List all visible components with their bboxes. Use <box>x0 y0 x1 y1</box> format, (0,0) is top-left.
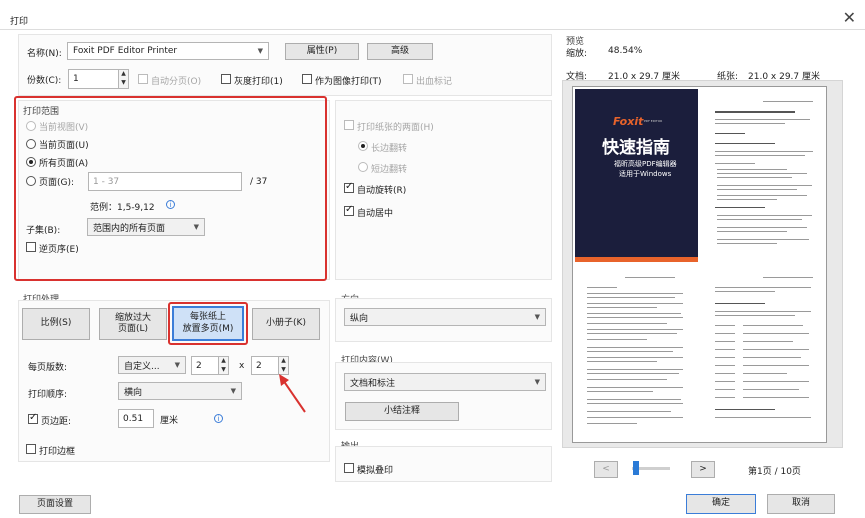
pages-per-sheet-label: 每页版数: <box>28 363 68 373</box>
auto-rotate-checkbox[interactable] <box>344 181 354 193</box>
margin-unit: 厘米 <box>160 416 179 426</box>
booklet-button[interactable]: 小册子(K) <box>252 308 320 340</box>
cover-subtitle-2: 适用于Windows <box>619 170 672 178</box>
columns-stepper[interactable]: 2 ▲ ▼ <box>191 356 229 375</box>
simulate-overprint-label: 模拟叠印 <box>357 466 394 476</box>
foxit-logo: Foxit <box>613 115 644 128</box>
spin-buttons[interactable]: ▲ ▼ <box>218 357 228 374</box>
cover-orange-bar <box>575 257 698 262</box>
flip-short-edge-label: 短边翻转 <box>371 165 408 175</box>
info-icon[interactable]: i <box>214 414 223 423</box>
page-order-label: 打印顺序: <box>28 390 68 400</box>
print-content-select[interactable]: 文档和标注 ▼ <box>344 373 546 391</box>
page-margin-label: 页边距: <box>41 417 72 427</box>
page-margin-checkbox[interactable] <box>28 412 38 424</box>
auto-center-checkbox[interactable] <box>344 204 354 216</box>
zoom-value: 48.54% <box>608 46 643 56</box>
printer-select[interactable]: Foxit PDF Editor Printer ▼ <box>67 42 269 60</box>
print-content-value: 文档和标注 <box>350 378 396 389</box>
copies-value: 1 <box>73 74 79 84</box>
down-arrow-icon[interactable]: ▼ <box>219 366 228 375</box>
chevron-down-icon: ▼ <box>534 378 540 386</box>
print-as-image-label: 作为图像打印(T) <box>315 77 382 87</box>
copies-stepper[interactable]: 1 ▲ ▼ <box>68 69 129 89</box>
cover-subtitle-1: 福昕高级PDF编辑器 <box>614 160 677 168</box>
preview-sheet: Foxit PDF EDITOR 快速指南 福昕高级PDF编辑器 适用于Wind… <box>572 86 827 443</box>
print-border-label: 打印边框 <box>39 447 76 457</box>
auto-rotate-label: 自动旋转(R) <box>357 186 407 196</box>
page-indicator: 第1页 / 10页 <box>748 467 801 477</box>
down-arrow-icon[interactable]: ▼ <box>119 79 128 88</box>
properties-button[interactable]: 属性(P) <box>285 43 359 60</box>
rows-value: 2 <box>256 360 262 371</box>
times-sign: x <box>239 361 245 371</box>
print-border-checkbox[interactable] <box>26 444 36 454</box>
simulate-overprint-checkbox[interactable] <box>344 463 354 473</box>
pages-per-sheet-select[interactable]: 自定义... ▼ <box>118 356 186 374</box>
flip-long-edge-label: 长边翻转 <box>371 144 408 154</box>
chevron-down-icon: ▼ <box>534 313 540 321</box>
page-thumbnail-2 <box>703 89 826 262</box>
margin-value: 0.51 <box>123 413 144 424</box>
grayscale-label: 灰度打印(1) <box>234 77 283 87</box>
collate-label: 自动分页(O) <box>151 77 202 87</box>
print-both-sides-label: 打印纸张的两面(H) <box>357 123 434 133</box>
title-bar: 打印 ✕ <box>0 0 865 30</box>
highlight-box-print-range <box>14 96 327 281</box>
up-arrow-icon[interactable]: ▲ <box>279 357 288 366</box>
up-arrow-icon[interactable]: ▲ <box>219 357 228 366</box>
printer-name-label: 名称(N): <box>27 49 62 59</box>
highlight-box-multiple <box>168 302 248 345</box>
orientation-value: 纵向 <box>350 313 369 324</box>
grayscale-checkbox[interactable] <box>221 74 231 84</box>
shrink-oversized-button[interactable]: 缩放过大 页面(L) <box>99 308 167 340</box>
bleed-marks-checkbox[interactable] <box>403 74 413 84</box>
scale-button[interactable]: 比例(S) <box>22 308 90 340</box>
shrink-line1: 缩放过大 <box>114 312 151 323</box>
cancel-button[interactable]: 取消 <box>767 494 835 514</box>
auto-center-label: 自动居中 <box>357 209 394 219</box>
foxit-logo-sub: PDF EDITOR <box>644 119 663 123</box>
window-title: 打印 <box>10 17 29 27</box>
flip-short-edge-radio[interactable] <box>358 162 368 172</box>
bleed-marks-label: 出血标记 <box>416 77 453 87</box>
close-icon[interactable]: ✕ <box>843 8 856 27</box>
flip-long-edge-radio[interactable] <box>358 141 368 151</box>
page-order-select[interactable]: 横向 ▼ <box>118 382 242 400</box>
pages-per-sheet-value: 自定义... <box>124 361 160 372</box>
advanced-button[interactable]: 高级 <box>367 43 433 60</box>
page-setup-button[interactable]: 页面设置 <box>19 495 91 514</box>
shrink-line2: 页面(L) <box>117 324 149 334</box>
collate-checkbox[interactable] <box>138 74 148 84</box>
summarize-comments-button[interactable]: 小结注释 <box>345 402 459 421</box>
page-thumbnail-3 <box>575 269 698 441</box>
page-order-value: 横向 <box>124 387 143 398</box>
page-thumbnail-4 <box>703 269 826 441</box>
margin-input[interactable]: 0.51 <box>118 409 154 428</box>
print-both-sides-checkbox[interactable] <box>344 120 354 130</box>
ok-button[interactable]: 确定 <box>686 494 756 514</box>
chevron-down-icon: ▼ <box>257 47 263 55</box>
cover-thumbnail: Foxit PDF EDITOR 快速指南 福昕高级PDF编辑器 适用于Wind… <box>575 89 698 262</box>
up-arrow-icon[interactable]: ▲ <box>119 70 128 79</box>
columns-value: 2 <box>196 360 202 371</box>
cover-title: 快速指南 <box>602 138 670 158</box>
zoom-label: 缩放: <box>566 49 588 59</box>
print-as-image-checkbox[interactable] <box>302 74 312 84</box>
spin-buttons[interactable]: ▲ ▼ <box>118 70 128 88</box>
copies-label: 份数(C): <box>27 76 62 86</box>
next-page-button[interactable]: > <box>691 461 715 478</box>
printer-name-value: Foxit PDF Editor Printer <box>73 46 178 56</box>
orientation-select[interactable]: 纵向 ▼ <box>344 308 546 326</box>
red-arrow-annotation <box>279 374 306 413</box>
page-slider-thumb[interactable] <box>633 461 639 475</box>
chevron-down-icon: ▼ <box>230 387 236 395</box>
chevron-down-icon: ▼ <box>174 361 180 369</box>
prev-page-button[interactable]: < <box>594 461 618 478</box>
